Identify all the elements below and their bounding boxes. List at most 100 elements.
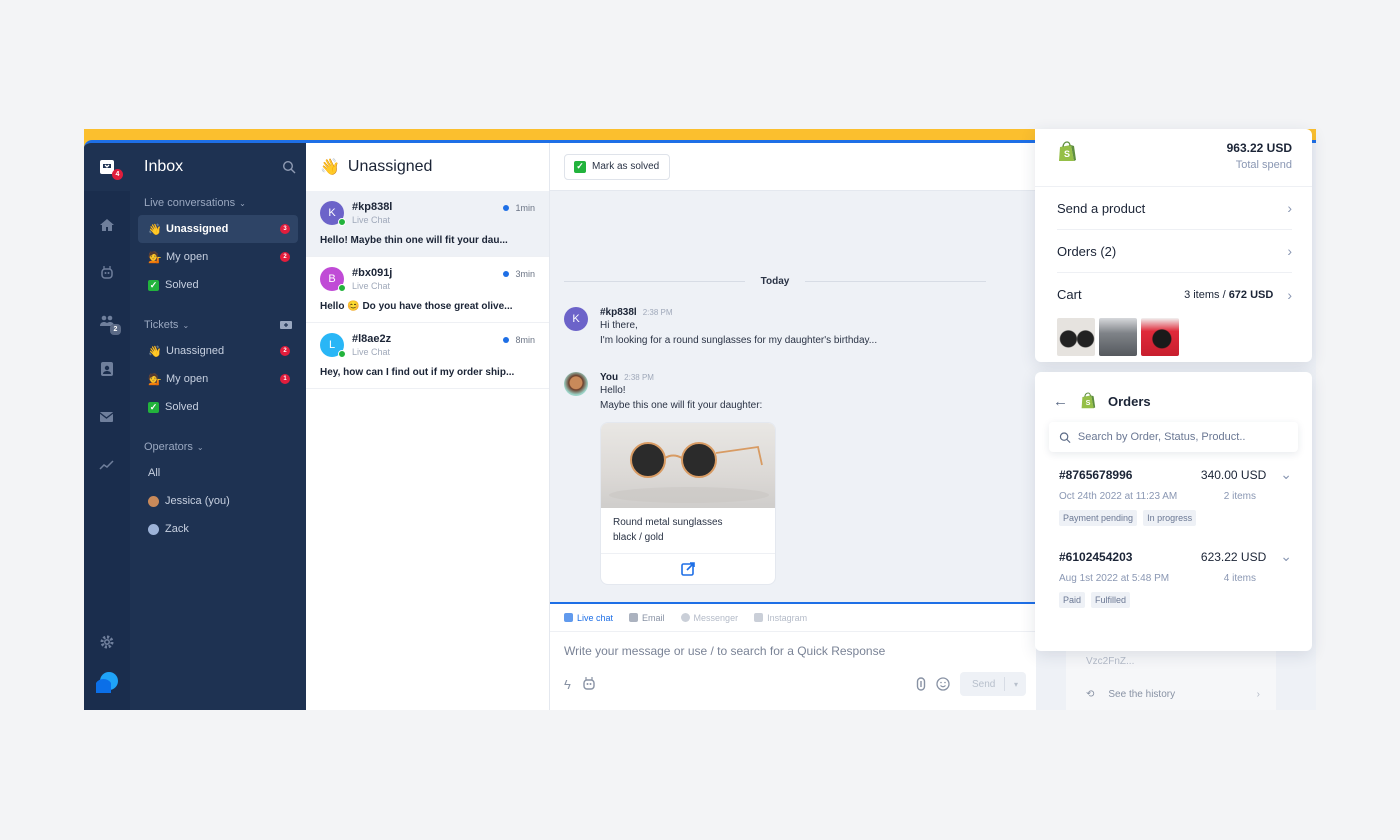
team-badge: 2 [110, 324, 121, 335]
person-icon: 💁 [148, 251, 162, 264]
chevron-right-icon: › [1287, 243, 1292, 259]
conversation-channel: Live Chat [352, 347, 391, 357]
sidebar-item-label: Solved [165, 279, 199, 291]
rail-inbox-button[interactable]: 4 [84, 143, 130, 191]
sidebar-item-operator-jessica[interactable]: Jessica (you) [138, 487, 298, 515]
settings-button[interactable] [96, 631, 118, 653]
sidebar-item-label: My open [166, 251, 209, 263]
conversation-item[interactable]: L #l8ae2z Live Chat 8min Hey, how can I … [306, 323, 549, 389]
rail-contacts-button[interactable] [96, 358, 118, 380]
chevron-down-icon[interactable]: ⌄ [1280, 548, 1292, 565]
conversation-time: 1min [515, 203, 535, 213]
search-icon[interactable] [282, 160, 296, 174]
tab-instagram[interactable]: Instagram [754, 613, 807, 623]
conversation-time: 8min [515, 335, 535, 345]
rail-bot-button[interactable] [96, 262, 118, 284]
tab-live-chat[interactable]: Live chat [564, 613, 613, 623]
message-input[interactable] [550, 632, 1036, 670]
orders-search[interactable] [1049, 422, 1298, 452]
status-badge: Payment pending [1059, 510, 1138, 526]
wave-icon: 👋 [320, 159, 340, 176]
row-label: Send a product [1057, 200, 1146, 216]
row-label: Cart [1057, 287, 1082, 302]
avatar: B [320, 267, 346, 292]
emoji-icon[interactable] [936, 677, 950, 691]
count-badge: 2 [280, 252, 290, 262]
button-label: Mark as solved [592, 161, 660, 172]
shopify-logo-icon: S [1059, 141, 1076, 161]
sidebar-item-label: Unassigned [166, 345, 225, 357]
avatar: L [320, 333, 346, 358]
sidebar-item-tickets-my-open[interactable]: 💁 My open 1 [138, 365, 298, 393]
cart-row[interactable]: Cart 3 items / 672 USD › [1057, 273, 1292, 316]
link-label: See the history [1108, 689, 1176, 700]
sidebar-item-live-solved[interactable]: ✓ Solved [138, 271, 298, 299]
section-label-live: Live conversations [144, 197, 236, 209]
tab-email[interactable]: Email [629, 613, 665, 623]
cart-item-cap[interactable] [1099, 318, 1137, 356]
paperclip-icon[interactable] [916, 677, 926, 691]
unread-dot [503, 205, 510, 211]
orders-row[interactable]: Orders (2) › [1057, 230, 1292, 273]
sunglasses-icon [609, 442, 769, 503]
sidebar-item-operator-zack[interactable]: Zack [138, 515, 298, 543]
chat-icon [564, 613, 573, 622]
conversation-list: 👋 Unassigned K #kp838l Live Chat 1min He… [306, 143, 550, 710]
sidebar-item-label: All [148, 467, 161, 479]
ticket-add-icon[interactable] [280, 320, 292, 330]
shopify-summary-panel: S 963.22 USD Total spend Send a product … [1035, 129, 1312, 362]
product-variant: black / gold [613, 532, 664, 543]
mark-as-solved-button[interactable]: ✓ Mark as solved [564, 153, 671, 180]
chat-panel: ✓ Mark as solved Today K #kp838l 2:38 PM … [550, 143, 1036, 710]
quick-response-icon[interactable]: ϟ [564, 677, 571, 692]
avatar: K [564, 307, 588, 331]
live-conversations-section[interactable]: Live conversations ⌄ [138, 191, 298, 215]
send-product-row[interactable]: Send a product › [1057, 187, 1292, 230]
tab-messenger[interactable]: Messenger [680, 613, 738, 623]
online-status-dot [338, 284, 346, 292]
chevron-down-icon[interactable]: ⌄ [1280, 466, 1292, 483]
back-arrow-icon[interactable]: ← [1053, 393, 1068, 410]
chevron-down-icon[interactable]: ▾ [1014, 680, 1018, 689]
check-icon: ✓ [148, 401, 159, 413]
cart-item-sunglasses[interactable] [1057, 318, 1095, 356]
sidebar-item-tickets-solved[interactable]: ✓ Solved [138, 393, 298, 421]
sidebar-item-label: Zack [165, 523, 189, 535]
message-author: #kp838l [600, 307, 637, 318]
chevron-right-icon: › [1256, 689, 1260, 700]
avatar [148, 495, 159, 507]
order-items-count: 4 items [1223, 573, 1256, 584]
rail-mail-button[interactable] [96, 406, 118, 428]
order-item[interactable]: #6102454203 623.22 USD ⌄ Aug 1st 2022 at … [1035, 526, 1312, 608]
rail-analytics-button[interactable] [96, 454, 118, 476]
inbox-sidebar: Inbox Live conversations ⌄ 👋 Unassigned 3 … [130, 143, 306, 710]
orders-panel: ← S Orders #8765678996 340.00 USD ⌄ Oct 2… [1035, 372, 1312, 651]
sidebar-item-live-unassigned[interactable]: 👋 Unassigned 3 [138, 215, 298, 243]
message-text: Maybe this one will fit your daughter: [600, 400, 763, 411]
chevron-down-icon: ⌄ [182, 321, 190, 330]
sidebar-item-tickets-unassigned[interactable]: 👋 Unassigned 2 [138, 337, 298, 365]
product-card: Round metal sunglasses black / gold [600, 422, 776, 585]
sidebar-item-operators-all[interactable]: All [138, 459, 298, 487]
operators-section[interactable]: Operators ⌄ [138, 435, 298, 459]
see-history-link[interactable]: ⟲ See the history [1086, 689, 1175, 700]
sidebar-item-live-my-open[interactable]: 💁 My open 2 [138, 243, 298, 271]
conversation-time: 3min [515, 269, 535, 279]
rail-home-button[interactable] [96, 214, 118, 236]
conversation-item[interactable]: K #kp838l Live Chat 1min Hello! Maybe th… [306, 191, 549, 257]
send-button[interactable]: Send ▾ [960, 672, 1026, 696]
rail-team-button[interactable]: 2 [96, 310, 121, 335]
conversation-channel: Live Chat [352, 215, 391, 225]
tab-label: Instagram [767, 612, 808, 623]
chevron-right-icon: › [1287, 200, 1292, 216]
tickets-section[interactable]: Tickets ⌄ [138, 313, 298, 337]
cart-item-wallet[interactable] [1141, 318, 1179, 356]
order-item[interactable]: #8765678996 340.00 USD ⌄ Oct 24th 2022 at… [1035, 452, 1312, 526]
open-product-link[interactable] [601, 554, 775, 584]
tab-label: Email [642, 612, 665, 623]
online-status-dot [338, 350, 346, 358]
bot-icon[interactable] [581, 676, 597, 692]
orders-search-input[interactable] [1077, 431, 1288, 443]
conversation-item[interactable]: B #bx091j Live Chat 3min Hello 😊 Do you … [306, 257, 549, 323]
product-name: Round metal sunglasses [613, 517, 723, 528]
